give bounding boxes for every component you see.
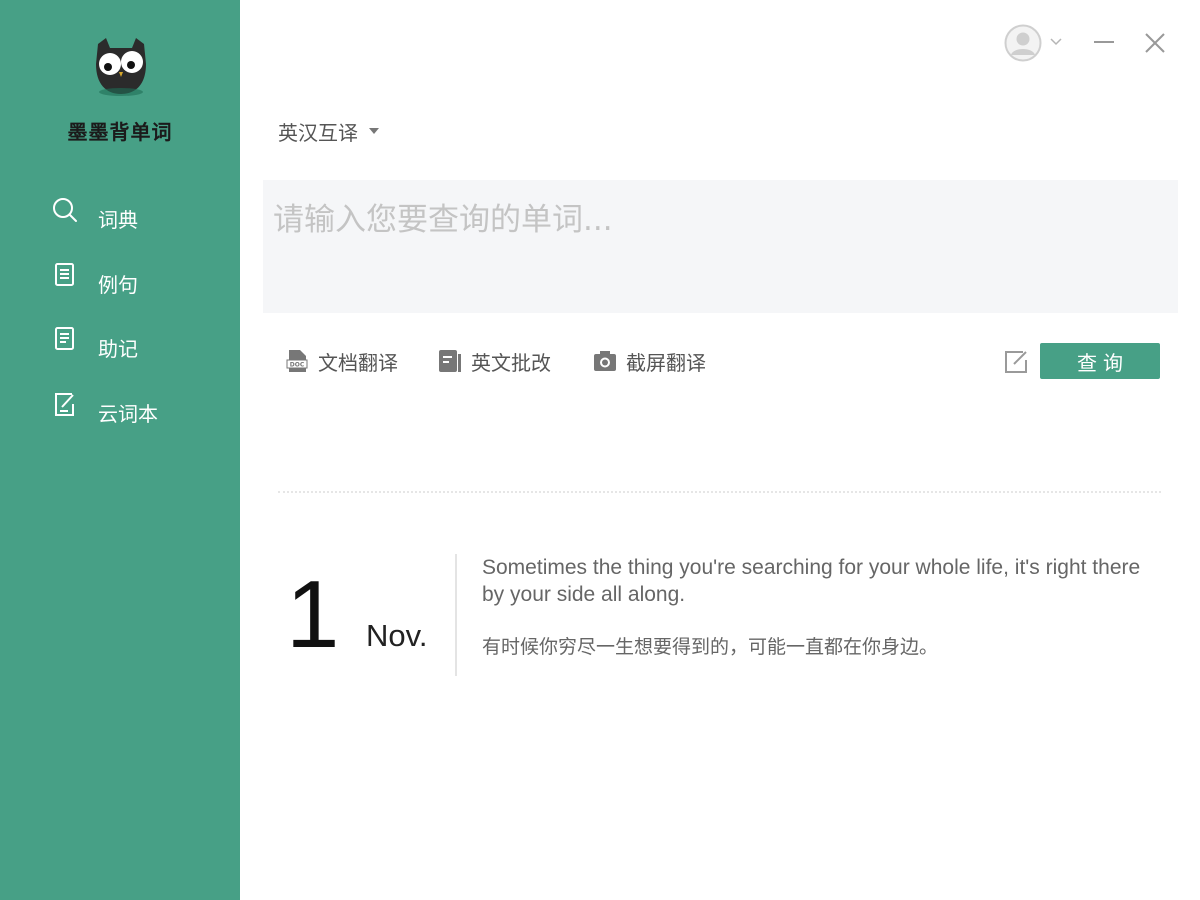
sidebar-item-examples[interactable]: 例句 [0, 255, 240, 320]
svg-text:DOC: DOC [290, 362, 305, 369]
search-icon [53, 198, 77, 222]
camera-icon [594, 351, 616, 371]
query-button[interactable]: 查询 [1040, 343, 1160, 379]
daily-quote-chinese: 有时候你穷尽一生想要得到的，可能一直都在你身边。 [482, 636, 939, 658]
document-translate-button[interactable]: DOC 文档翻译 [284, 343, 398, 379]
edit-note-icon [55, 392, 74, 416]
caret-down-icon [369, 128, 379, 134]
tool-label: 英文批改 [471, 350, 551, 375]
english-correction-button[interactable]: 英文批改 [437, 343, 551, 379]
daily-month: Nov. [366, 618, 428, 653]
owl-logo-icon [96, 38, 146, 96]
app-window: 墨墨背单词 词典 例句 助记 云词本 英汉互译 请输入您要查询的单词... DO… [0, 0, 1200, 900]
screenshot-translate-button[interactable]: 截屏翻译 [592, 343, 706, 379]
edit-icon[interactable] [1002, 348, 1030, 376]
tool-label: 截屏翻译 [626, 350, 706, 375]
app-name: 墨墨背单词 [67, 120, 173, 144]
book-icon [55, 262, 74, 286]
quote-separator [455, 554, 457, 676]
sidebar-item-label: 例句 [98, 272, 138, 297]
user-avatar-icon[interactable] [1004, 24, 1042, 62]
correction-icon [439, 350, 461, 372]
daily-day: 1 [286, 561, 340, 668]
sidebar: 墨墨背单词 词典 例句 助记 云词本 [0, 0, 240, 900]
minimize-icon[interactable] [1092, 30, 1116, 54]
sidebar-item-label: 词典 [98, 208, 138, 232]
sidebar-nav: 词典 例句 助记 云词本 [0, 190, 240, 448]
tool-label: 文档翻译 [318, 350, 398, 375]
doc-file-icon: DOC [286, 350, 308, 372]
daily-quote-english: Sometimes the thing you're searching for… [482, 556, 1141, 606]
search-input[interactable] [263, 180, 1178, 313]
divider [278, 491, 1161, 493]
sidebar-item-label: 助记 [98, 337, 138, 361]
language-mode-dropdown[interactable]: 英汉互译 [278, 116, 380, 146]
sidebar-item-dictionary[interactable]: 词典 [0, 190, 240, 255]
sidebar-item-cloud-wordbook[interactable]: 云词本 [0, 384, 240, 449]
close-icon[interactable] [1143, 31, 1167, 55]
sidebar-item-label: 云词本 [98, 401, 158, 426]
sidebar-item-mnemonic[interactable]: 助记 [0, 319, 240, 384]
notebook-icon [55, 327, 74, 350]
language-mode-label: 英汉互译 [278, 120, 358, 145]
chevron-down-icon[interactable] [1050, 38, 1062, 46]
